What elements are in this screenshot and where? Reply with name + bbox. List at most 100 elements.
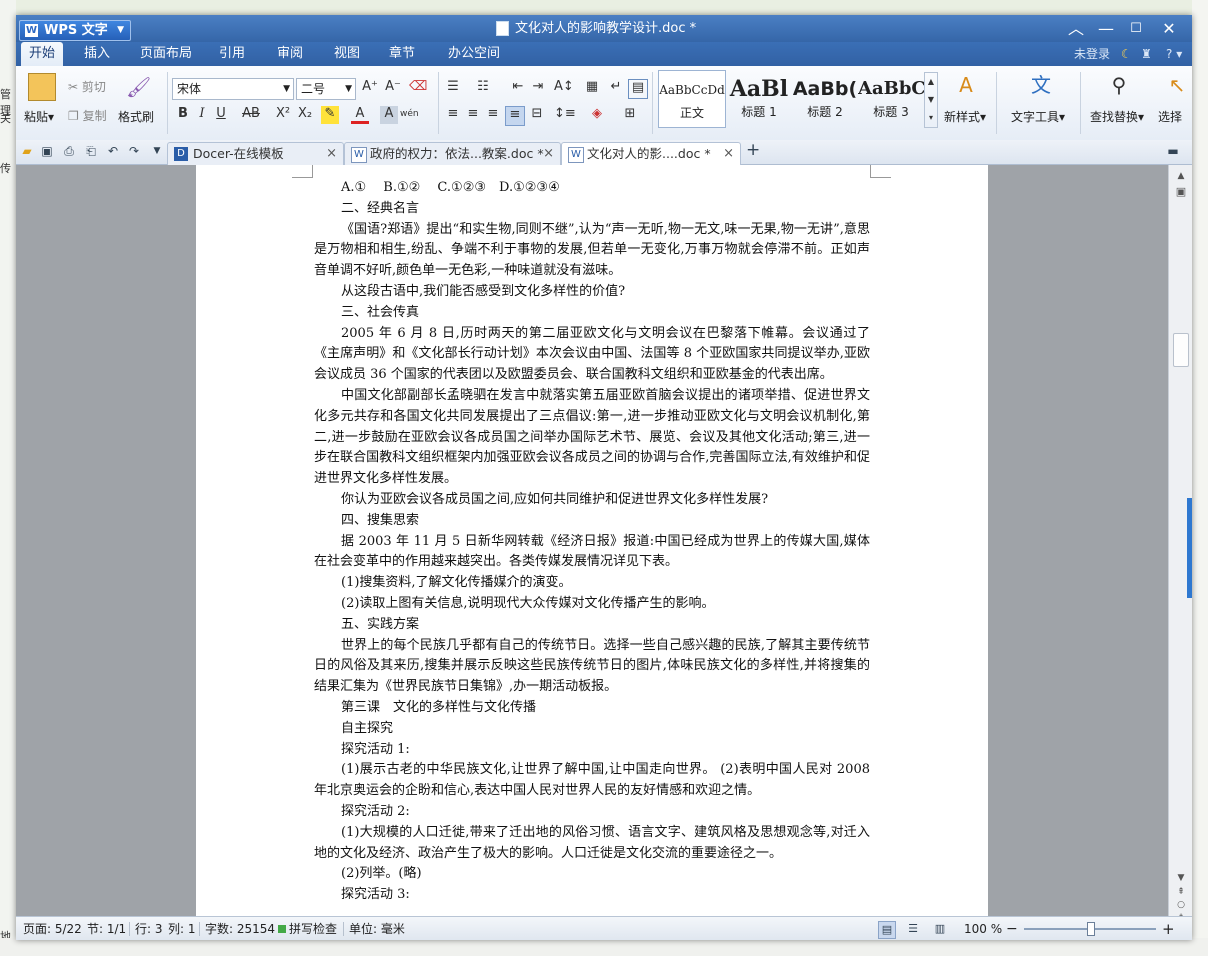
document-body[interactable]: A.① B.①② C.①②③ D.①②③④ 二、经典名言 《国语?郑语》提出“和实生…	[314, 178, 870, 906]
side-panel-toggle[interactable]	[1187, 498, 1192, 598]
text-direction-icon[interactable]: A↕	[554, 79, 574, 97]
style-heading-2[interactable]: AaBb( 标题 2	[792, 70, 858, 126]
open-icon[interactable]: ▰	[20, 144, 34, 158]
font-size-select[interactable]: 二号 ▼	[296, 78, 356, 100]
italic-icon[interactable]: I	[193, 106, 211, 124]
tab-close-icon[interactable]: ×	[543, 143, 554, 165]
status-page[interactable]: 页面: 5/22	[23, 917, 82, 940]
scroll-down-icon[interactable]: ▼	[1174, 871, 1188, 885]
collapse-ribbon-icon[interactable]: ︿	[1061, 15, 1091, 42]
page-view-icon[interactable]: ▤	[878, 921, 896, 939]
table-icon[interactable]: ▦	[583, 79, 601, 97]
spell-check-toggle[interactable]: 拼写检查	[289, 917, 337, 940]
tab-office-space[interactable]: 办公空间	[441, 42, 507, 66]
clear-format-icon[interactable]: ⌫	[409, 79, 427, 97]
select-browse-object-icon[interactable]: ○	[1174, 898, 1188, 912]
document-paragraph: 你认为亚欧会议各成员国之间,应如何共同维护和促进世界文化多样性发展?	[341, 491, 769, 507]
find-replace-button[interactable]: 查找替换▾	[1090, 108, 1144, 125]
copy-button[interactable]: ❐ 复制	[68, 107, 107, 124]
distributed-align-icon[interactable]: ⊟	[528, 106, 546, 124]
document-paragraph: 四、搜集思索	[341, 512, 420, 528]
paste-button[interactable]: 粘贴▾	[24, 108, 54, 125]
scroll-mode-icon[interactable]: ▣	[1174, 185, 1188, 199]
show-format-icon[interactable]: ▤	[628, 79, 648, 99]
justify-icon[interactable]: ≡	[505, 106, 525, 126]
undo-icon[interactable]: ↶	[106, 144, 120, 158]
char-shading-icon[interactable]: A	[380, 106, 398, 124]
skin-icon[interactable]: ♜	[1141, 42, 1152, 66]
font-name-select[interactable]: 宋体 ▼	[172, 78, 294, 100]
decrease-indent-icon[interactable]: ⇤	[509, 79, 527, 97]
zoom-in-icon[interactable]: +	[1162, 917, 1175, 940]
tab-list-icon[interactable]: ▬	[1166, 144, 1180, 158]
zoom-out-icon[interactable]: −	[1006, 917, 1018, 940]
style-sample: AaBl	[729, 76, 789, 102]
bullet-list-icon[interactable]: ☰	[444, 79, 462, 97]
print-preview-icon[interactable]: ⎗	[84, 144, 98, 158]
new-style-button[interactable]: 新样式▾	[944, 108, 986, 125]
status-row: 行: 3	[135, 922, 163, 936]
subscript-icon[interactable]: X₂	[296, 106, 314, 124]
superscript-icon[interactable]: X²	[274, 106, 292, 124]
status-word-count[interactable]: 字数: 25154	[205, 917, 275, 940]
style-heading-3[interactable]: AaBbC 标题 3	[858, 70, 924, 126]
tab-close-icon[interactable]: ×	[326, 143, 337, 165]
scrollbar-thumb[interactable]	[1173, 333, 1189, 367]
increase-indent-icon[interactable]: ⇥	[529, 79, 547, 97]
tab-section[interactable]: 章节	[384, 42, 420, 66]
app-menu-button[interactable]: W WPS 文字 ▼	[19, 20, 131, 41]
styles-scroll-icon[interactable]: ▲ ▼ ▾	[924, 72, 938, 128]
tab-close-icon[interactable]: ×	[723, 143, 734, 165]
tab-home[interactable]: 开始	[21, 42, 63, 66]
scroll-up-icon[interactable]: ▲	[1174, 169, 1188, 183]
customize-toolbar-icon[interactable]: ▼	[150, 144, 164, 158]
tab-culture-doc[interactable]: W 文化对人的影....doc * ×	[561, 142, 741, 165]
select-button[interactable]: 选择	[1158, 108, 1182, 125]
borders-icon[interactable]: ⊞	[621, 106, 639, 124]
tab-review[interactable]: 审阅	[272, 42, 308, 66]
format-painter-button[interactable]: 格式刷	[118, 108, 154, 125]
maximize-button[interactable]: ☐	[1121, 15, 1151, 42]
prev-page-icon[interactable]: ⇞	[1174, 885, 1188, 899]
paragraph-shading-icon[interactable]: ◈	[588, 106, 606, 124]
help-button[interactable]: ? ▾	[1166, 42, 1182, 66]
tab-insert[interactable]: 插入	[76, 42, 118, 66]
zoom-level[interactable]: 100 %	[964, 917, 1002, 940]
highlight-icon[interactable]: ✎	[321, 106, 339, 124]
outline-view-icon[interactable]: ☰	[905, 921, 921, 937]
tab-docer[interactable]: D Docer-在线模板 ×	[167, 142, 344, 165]
moon-icon[interactable]: ☾	[1121, 42, 1132, 66]
cut-button[interactable]: ✂ 剪切	[68, 78, 106, 95]
align-right-icon[interactable]: ≡	[484, 106, 502, 124]
text-tools-button[interactable]: 文字工具▾	[1011, 108, 1065, 125]
align-left-icon[interactable]: ≡	[444, 106, 462, 124]
phonetic-guide-icon[interactable]: wén	[400, 106, 419, 124]
document-page[interactable]: A.① B.①② C.①②③ D.①②③④ 二、经典名言 《国语?郑语》提出“和实生…	[196, 165, 988, 916]
tab-government-power[interactable]: W 政府的权力：依法...教案.doc * ×	[344, 142, 561, 165]
strikethrough-icon[interactable]: AB	[240, 106, 262, 124]
minimize-button[interactable]: —	[1091, 15, 1121, 42]
underline-icon[interactable]: U	[212, 106, 230, 124]
print-icon[interactable]: ⎙	[62, 144, 76, 158]
close-button[interactable]: ✕	[1154, 15, 1184, 42]
style-normal[interactable]: AaBbCcDd 正文	[658, 70, 726, 128]
web-view-icon[interactable]: ▥	[932, 921, 948, 937]
font-color-icon[interactable]: A	[351, 106, 369, 124]
bold-icon[interactable]: B	[174, 106, 192, 124]
tab-view[interactable]: 视图	[329, 42, 365, 66]
line-spacing-icon[interactable]: ↕≡	[554, 106, 576, 124]
shrink-font-icon[interactable]: A⁻	[384, 79, 402, 97]
new-tab-icon[interactable]: +	[746, 142, 760, 159]
redo-icon[interactable]: ↷	[127, 144, 141, 158]
paragraph-mark-icon[interactable]: ↵	[607, 79, 625, 97]
login-link[interactable]: 未登录	[1074, 42, 1110, 66]
style-heading-1[interactable]: AaBl 标题 1	[726, 70, 792, 126]
tab-references[interactable]: 引用	[214, 42, 250, 66]
tab-page-layout[interactable]: 页面布局	[134, 42, 198, 66]
zoom-slider-thumb[interactable]	[1087, 922, 1095, 936]
save-icon[interactable]: ▣	[40, 144, 54, 158]
align-center-icon[interactable]: ≡	[464, 106, 482, 124]
numbered-list-icon[interactable]: ☷	[474, 79, 492, 97]
status-unit[interactable]: 单位: 毫米	[349, 917, 405, 940]
grow-font-icon[interactable]: A⁺	[361, 79, 379, 97]
